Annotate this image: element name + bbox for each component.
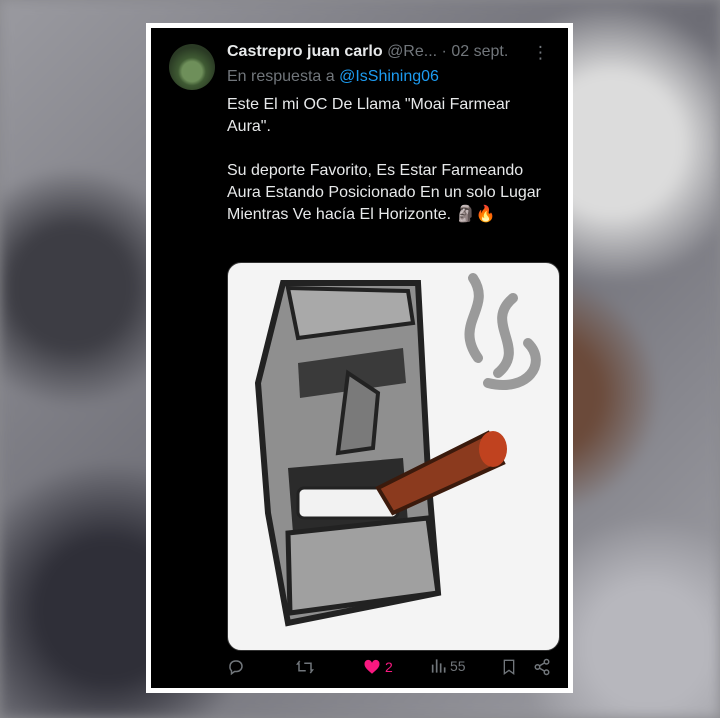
reply-mention-link[interactable]: @IsShining06	[339, 68, 439, 85]
tweet-image[interactable]	[227, 262, 560, 651]
tweet-screenshot-frame: Castrepro juan carlo @Re... · 02 sept. ⋮…	[146, 23, 573, 693]
tweet-header: Castrepro juan carlo @Re... · 02 sept. ⋮	[227, 43, 554, 65]
avatar[interactable]	[169, 44, 215, 90]
tweet-text: Este El mi OC De Llama "Moai Farmear Aur…	[227, 94, 557, 248]
separator: ·	[441, 43, 447, 60]
like-button[interactable]: 2	[363, 658, 393, 676]
tweet-paragraph-1: Este El mi OC De Llama "Moai Farmear Aur…	[227, 96, 511, 135]
share-button[interactable]	[533, 658, 551, 676]
tweet-paragraph-2: Su deporte Favorito, Es Estar Farmeando …	[227, 162, 541, 223]
reply-context: En respuesta a @IsShining06	[227, 68, 439, 86]
views-count: 55	[450, 658, 466, 674]
views-button[interactable]: 55	[430, 658, 466, 674]
share-icon	[534, 658, 550, 676]
more-options-icon[interactable]: ⋮	[532, 43, 549, 63]
author-handle[interactable]: @Re...	[387, 43, 437, 60]
reply-button[interactable]	[227, 658, 249, 676]
author-name[interactable]: Castrepro juan carlo	[227, 43, 383, 60]
retweet-icon	[296, 660, 314, 674]
reply-prefix: En respuesta a	[227, 68, 335, 85]
retweet-button[interactable]	[295, 658, 319, 676]
bookmark-icon	[503, 659, 515, 675]
tweet: Castrepro juan carlo @Re... · 02 sept. ⋮…	[151, 28, 568, 688]
like-count: 2	[385, 659, 393, 675]
bookmark-button[interactable]	[501, 658, 517, 676]
reply-icon	[229, 660, 243, 676]
tweet-date[interactable]: 02 sept.	[451, 43, 508, 60]
moai-smoking-illustration	[254, 273, 541, 627]
heart-icon	[364, 659, 380, 674]
action-bar: 2 55	[227, 658, 557, 682]
views-icon	[431, 659, 446, 673]
